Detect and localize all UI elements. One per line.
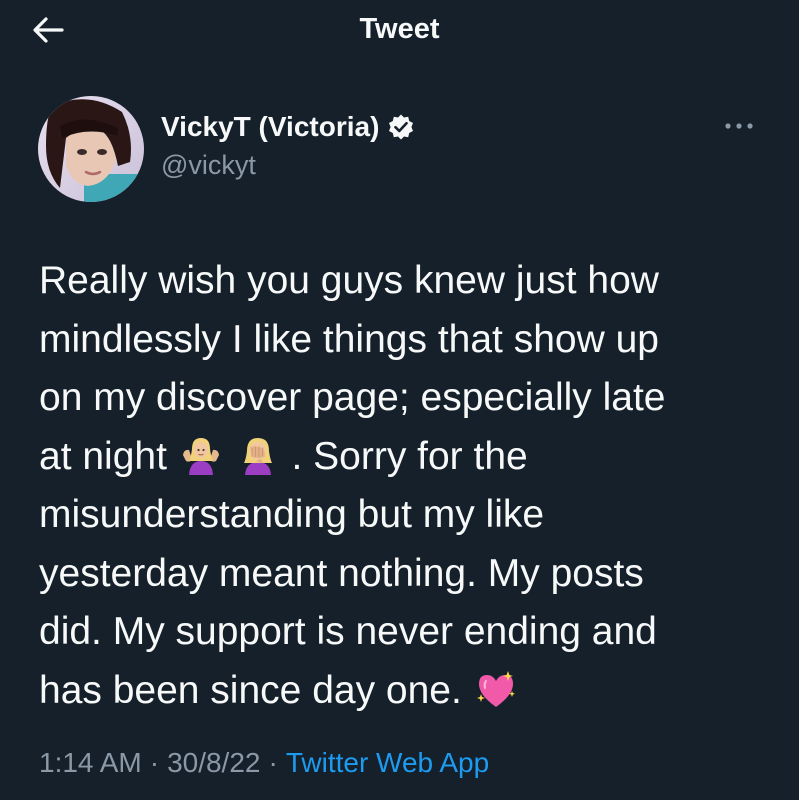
tweet-segment: at night	[39, 434, 167, 478]
top-bar: Tweet	[0, 0, 799, 58]
tweet-line: has been since day one.	[39, 662, 769, 721]
shrugging-woman-emoji	[180, 435, 222, 477]
tweet-metadata: 1:14 AM · 30/8/22 · Twitter Web App	[39, 745, 489, 781]
separator: ·	[149, 747, 160, 778]
tweet-line: yesterday meant nothing. My posts	[39, 551, 644, 595]
separator: ·	[268, 747, 278, 778]
tweet-date[interactable]: 30/8/22	[167, 747, 260, 778]
tweet-line: at night . Sorry for the	[39, 428, 769, 487]
tweet-line: misunderstanding but my like	[39, 493, 545, 536]
tweet-line: Really wish you guys knew just how	[39, 259, 659, 302]
tweet-segment: . Sorry for the	[291, 434, 528, 478]
more-horizontal-icon[interactable]	[719, 116, 759, 136]
page-title: Tweet	[359, 13, 440, 45]
tweet-time[interactable]: 1:14 AM	[39, 747, 142, 778]
tweet-line: did. My support is never ending and	[39, 610, 657, 653]
verified-badge-icon	[387, 113, 415, 141]
facepalm-woman-emoji	[237, 435, 279, 477]
display-name[interactable]: VickyT (Victoria)	[161, 110, 379, 144]
user-handle[interactable]: @vickyt	[161, 148, 256, 182]
tweet-line: on my discover page; especially late	[39, 376, 666, 419]
tweet-line: mindlessly I like things that show up	[39, 317, 659, 361]
tweet-author: VickyT (Victoria) @vickyt	[38, 96, 768, 206]
avatar[interactable]	[38, 96, 144, 202]
tweet-text: Really wish you guys knew just how mindl…	[39, 252, 769, 720]
tweet-source-link[interactable]: Twitter Web App	[286, 747, 489, 778]
tweet-segment: has been since day one.	[39, 668, 462, 712]
sparkling-heart-emoji	[475, 669, 517, 711]
display-name-row: VickyT (Victoria)	[161, 110, 415, 144]
